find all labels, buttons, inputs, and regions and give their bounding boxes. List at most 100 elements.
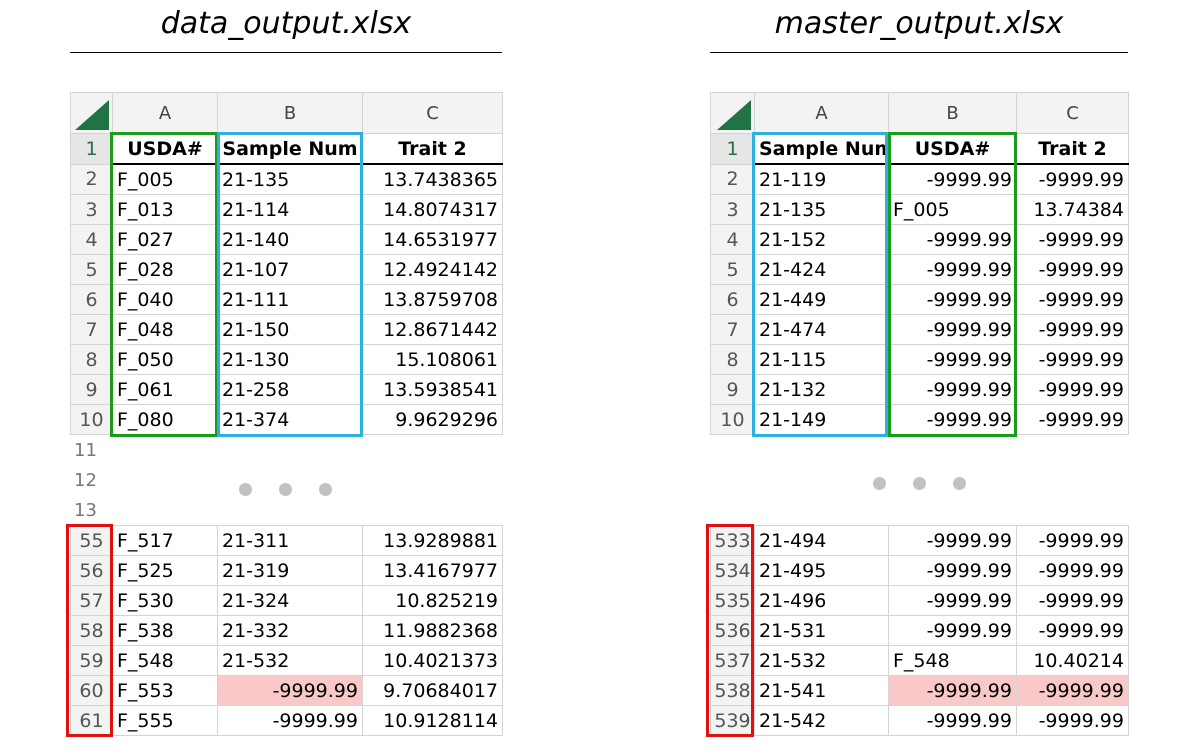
cell-c[interactable]: 13.8759708 [362, 284, 503, 315]
cell-c[interactable]: -9999.99 [1016, 163, 1129, 195]
cell-c[interactable]: 13.5938541 [362, 374, 503, 405]
cell-b[interactable]: 21-311 [217, 525, 363, 556]
cell-a[interactable]: 21-541 [754, 675, 889, 706]
cell-c[interactable]: -9999.99 [1016, 675, 1129, 706]
row-number[interactable]: 3 [70, 194, 113, 225]
row-number[interactable]: 2 [70, 163, 113, 195]
row-number[interactable]: 1 [710, 133, 755, 165]
row-number[interactable]: 6 [710, 284, 755, 315]
row-number[interactable]: 7 [70, 314, 113, 345]
row-number[interactable]: 5 [70, 254, 113, 285]
row-number-stub: 12 [74, 470, 96, 491]
row-number[interactable]: 10 [710, 404, 755, 435]
cell-a[interactable]: F_525 [112, 555, 218, 586]
cell-b[interactable]: 21-332 [217, 615, 363, 646]
cell-c[interactable]: -9999.99 [1016, 555, 1129, 586]
cell-c[interactable]: -9999.99 [1016, 585, 1129, 616]
cell-a[interactable]: F_538 [112, 615, 218, 646]
cell-c[interactable]: 10.825219 [362, 585, 503, 616]
column-header-b[interactable]: B [217, 92, 363, 134]
row-number[interactable]: 5 [710, 254, 755, 285]
cell-a[interactable]: 21-532 [754, 645, 889, 676]
column-header-c[interactable]: C [1016, 92, 1129, 134]
cell-a[interactable]: F_553 [112, 675, 218, 706]
cell-c[interactable]: -9999.99 [1016, 344, 1129, 375]
cell-c[interactable]: -9999.99 [1016, 284, 1129, 315]
cell-c[interactable]: 15.108061 [362, 344, 503, 375]
cell-a[interactable]: 21-542 [754, 705, 889, 736]
row-number[interactable]: 7 [710, 314, 755, 345]
cell-a[interactable]: 21-496 [754, 585, 889, 616]
cell-c[interactable]: -9999.99 [1016, 404, 1129, 435]
cell-c[interactable]: 13.9289881 [362, 525, 503, 556]
cell-c[interactable]: -9999.99 [1016, 374, 1129, 405]
cell-c[interactable]: 12.8671442 [362, 314, 503, 345]
table-row: 533 21-494 -9999.99 -9999.99 [710, 525, 1129, 556]
cell-b[interactable]: -9999.99 [888, 555, 1017, 586]
row-number[interactable]: 9 [70, 374, 113, 405]
cell-b[interactable]: -9999.99 [217, 675, 363, 706]
cell-b[interactable]: -9999.99 [217, 705, 363, 736]
cell-a[interactable]: 21-531 [754, 615, 889, 646]
row-number[interactable]: 2 [710, 163, 755, 195]
row-number[interactable]: 8 [70, 344, 113, 375]
row-number[interactable]: 1 [70, 133, 113, 165]
cell-c[interactable]: 9.70684017 [362, 675, 503, 706]
cell-c[interactable]: -9999.99 [1016, 254, 1129, 285]
cell-b[interactable]: 21-532 [217, 645, 363, 676]
cell-a[interactable]: 21-495 [754, 555, 889, 586]
cell-c[interactable]: -9999.99 [1016, 525, 1129, 556]
column-header-b[interactable]: B [888, 92, 1017, 134]
cell-c[interactable]: -9999.99 [1016, 314, 1129, 345]
ellipsis-dot [953, 477, 966, 490]
table-row: 55 F_517 21-311 13.9289881 [70, 525, 503, 556]
table-row: 538 21-541 -9999.99 -9999.99 [710, 675, 1129, 706]
table-row: 60 F_553 -9999.99 9.70684017 [70, 675, 503, 706]
cell-c[interactable]: 14.6531977 [362, 224, 503, 255]
cell-c[interactable]: 12.4924142 [362, 254, 503, 285]
select-all-corner[interactable] [710, 92, 755, 134]
cell-c[interactable]: -9999.99 [1016, 615, 1129, 646]
cell-b[interactable]: -9999.99 [888, 705, 1017, 736]
cell-c[interactable]: 13.74384 [1016, 194, 1129, 225]
column-header-a[interactable]: A [754, 92, 889, 134]
cell-b[interactable]: 21-319 [217, 555, 363, 586]
table-row: 535 21-496 -9999.99 -9999.99 [710, 585, 1129, 616]
row-number[interactable]: 4 [70, 224, 113, 255]
cell-b[interactable]: -9999.99 [888, 615, 1017, 646]
cell-b[interactable]: 21-324 [217, 585, 363, 616]
row-number[interactable]: 10 [70, 404, 113, 435]
sample-num-column-highlight [752, 132, 888, 437]
right-title-underline [710, 52, 1128, 53]
cell-c[interactable]: -9999.99 [1016, 705, 1129, 736]
cell-c[interactable]: 11.9882368 [362, 615, 503, 646]
cell-b[interactable]: F_548 [888, 645, 1017, 676]
cell-c[interactable]: -9999.99 [1016, 224, 1129, 255]
row-number[interactable]: 3 [710, 194, 755, 225]
row-number[interactable]: 9 [710, 374, 755, 405]
column-header-a[interactable]: A [112, 92, 218, 134]
cell-a[interactable]: 21-494 [754, 525, 889, 556]
cell-c[interactable]: 10.40214 [1016, 645, 1129, 676]
cell-b[interactable]: -9999.99 [888, 585, 1017, 616]
cell-a[interactable]: F_530 [112, 585, 218, 616]
cell-a[interactable]: F_517 [112, 525, 218, 556]
cell-a[interactable]: F_555 [112, 705, 218, 736]
cell-c[interactable]: 10.9128114 [362, 705, 503, 736]
cell-c[interactable]: 10.4021373 [362, 645, 503, 676]
row-number[interactable]: 4 [710, 224, 755, 255]
cell-b[interactable]: -9999.99 [888, 675, 1017, 706]
table-row: 537 21-532 F_548 10.40214 [710, 645, 1129, 676]
select-all-corner[interactable] [70, 92, 113, 134]
cell-c[interactable]: 13.4167977 [362, 555, 503, 586]
row-number[interactable]: 6 [70, 284, 113, 315]
row-number[interactable]: 8 [710, 344, 755, 375]
cell-c[interactable]: 13.7438365 [362, 163, 503, 195]
cell-c[interactable]: 9.9629296 [362, 404, 503, 435]
cell-b[interactable]: -9999.99 [888, 525, 1017, 556]
header-cell-trait-2[interactable]: Trait 2 [362, 133, 503, 165]
header-cell-trait-2[interactable]: Trait 2 [1016, 133, 1129, 165]
cell-a[interactable]: F_548 [112, 645, 218, 676]
column-header-c[interactable]: C [362, 92, 503, 134]
cell-c[interactable]: 14.8074317 [362, 194, 503, 225]
